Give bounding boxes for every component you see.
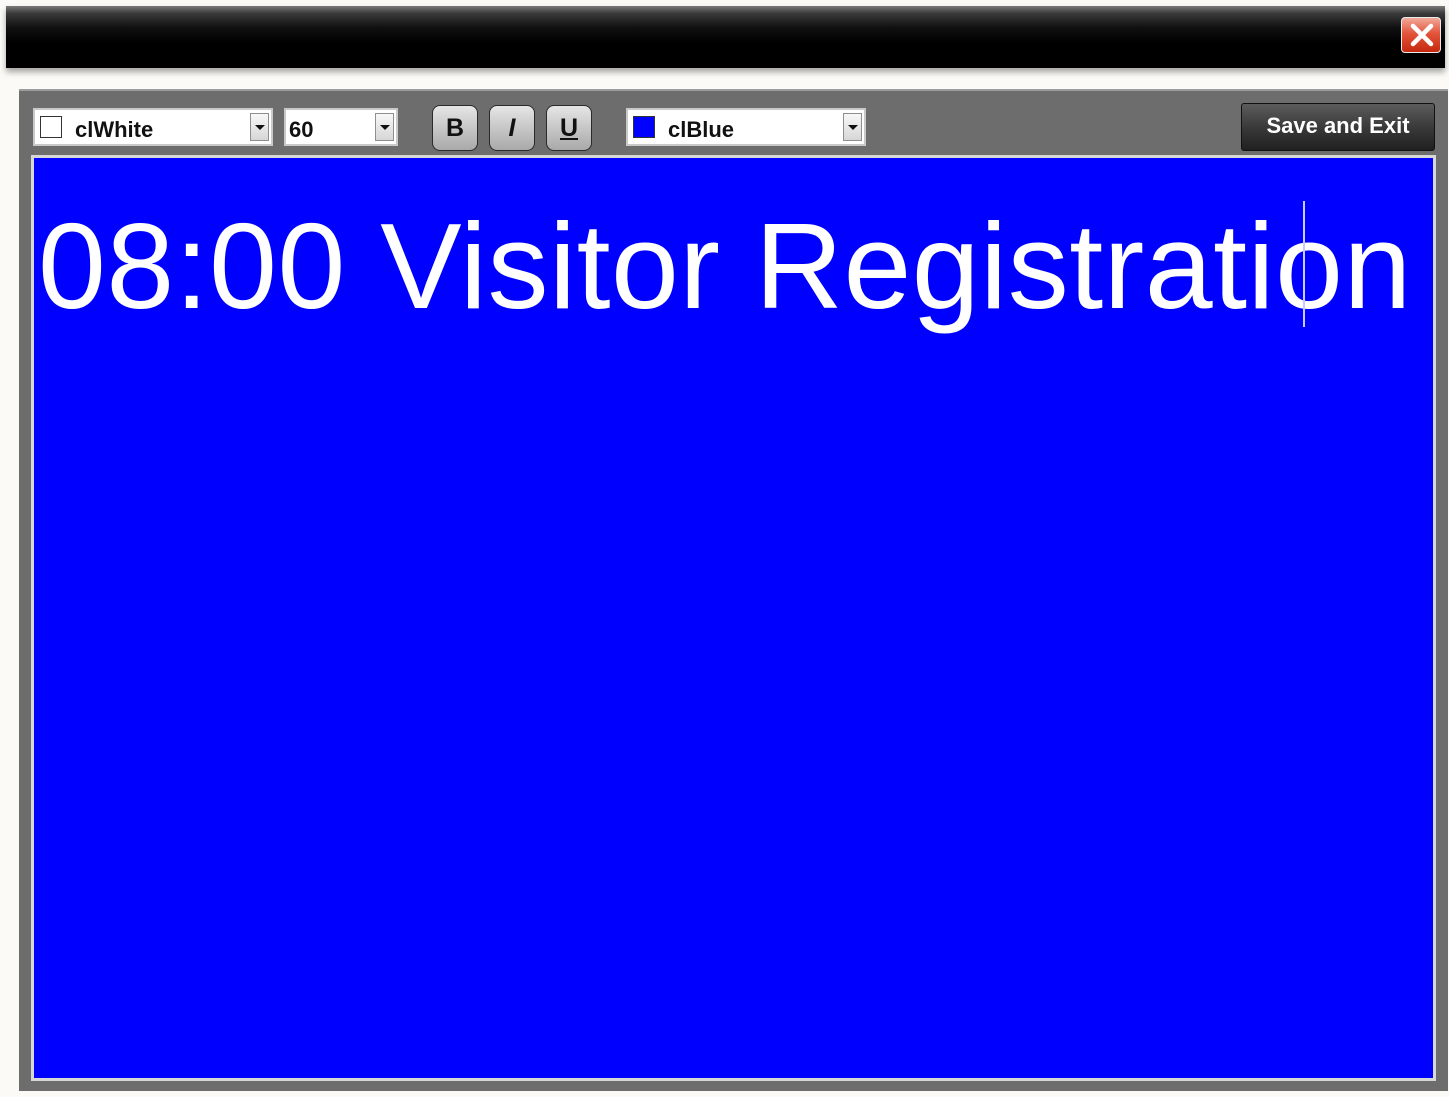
editor-text[interactable]: 08:00 Visitor Registration xyxy=(38,196,1412,336)
chevron-down-icon[interactable] xyxy=(843,113,862,141)
title-bar xyxy=(6,6,1445,68)
text-editor-area[interactable]: 08:00 Visitor Registration xyxy=(31,155,1436,1081)
chevron-down-icon[interactable] xyxy=(250,113,269,141)
background-color-value: clBlue xyxy=(668,117,735,142)
close-x-icon xyxy=(1410,23,1434,47)
close-button[interactable] xyxy=(1401,17,1441,53)
italic-button[interactable]: I xyxy=(489,105,535,151)
save-and-exit-button[interactable]: Save and Exit xyxy=(1241,103,1435,151)
text-caret xyxy=(1303,201,1305,327)
background-color-swatch xyxy=(633,116,655,138)
editor-frame: clWhite 60 B I U clBlue Save and Exit 08… xyxy=(19,89,1448,1091)
font-color-swatch xyxy=(40,116,62,138)
chevron-down-icon[interactable] xyxy=(375,113,394,141)
font-color-value: clWhite xyxy=(75,117,154,142)
background-color-dropdown[interactable]: clBlue xyxy=(626,108,866,146)
font-size-value: 60 xyxy=(289,117,314,142)
font-size-dropdown[interactable]: 60 xyxy=(284,108,398,146)
bold-button[interactable]: B xyxy=(432,105,478,151)
underline-button[interactable]: U xyxy=(546,105,592,151)
font-color-dropdown[interactable]: clWhite xyxy=(33,108,273,146)
